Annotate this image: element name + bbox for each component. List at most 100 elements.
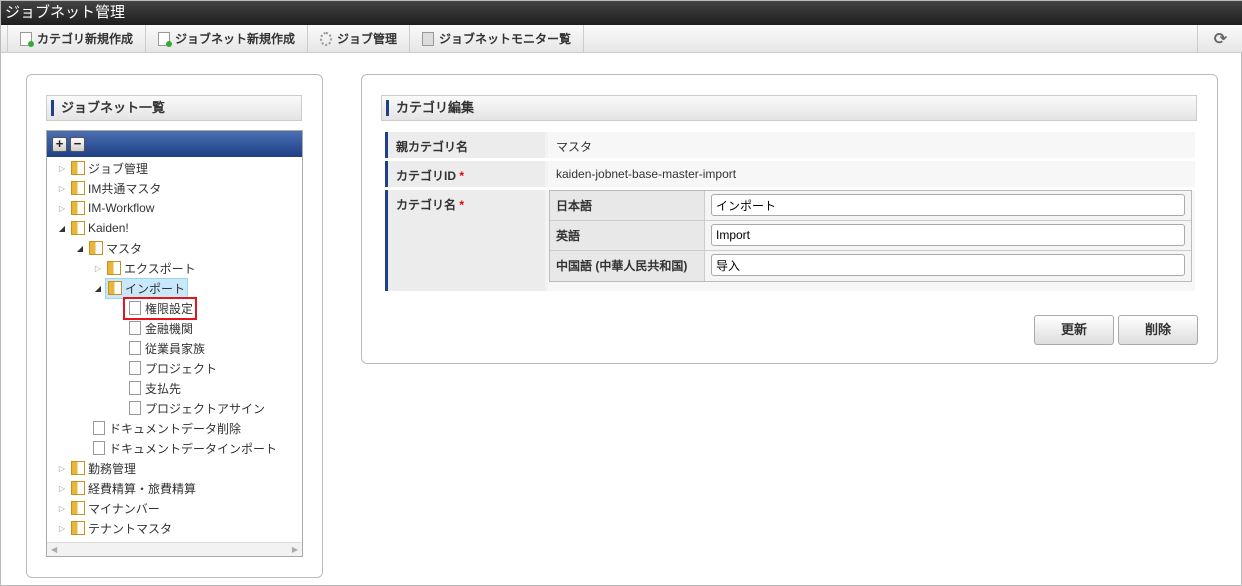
tree-node-content[interactable]: プロジェクトアサイン <box>125 399 267 418</box>
tree-node-content[interactable]: 権限設定 <box>122 296 198 320</box>
tree-node-content[interactable]: Kaiden! <box>69 220 131 236</box>
collapse-all-button[interactable]: − <box>70 136 85 152</box>
tree-node-content[interactable]: プロジェクト <box>125 359 219 378</box>
tree-node[interactable]: ▷ IM-Workflow <box>55 198 156 218</box>
document-icon <box>129 381 141 395</box>
tree-node-content[interactable]: 従業員家族 <box>125 339 207 358</box>
category-id-label: カテゴリID * <box>385 161 545 187</box>
tree-node-label: エクスポート <box>124 261 196 276</box>
tree-node-label: ドキュメントデータ削除 <box>109 421 242 436</box>
tree-node[interactable]: ▷ テナントマスタ <box>55 518 174 538</box>
expand-toggle-icon[interactable]: ▷ <box>55 524 69 533</box>
category-id-row: カテゴリID * kaiden-jobnet-base-master-impor… <box>385 161 1195 187</box>
tree-node-content[interactable]: テナントマスタ <box>69 519 174 538</box>
folder-icon <box>71 481 85 495</box>
category-name-en-input[interactable] <box>711 224 1185 246</box>
tree-node[interactable]: ◢ Kaiden! <box>55 218 131 238</box>
tree-node-content[interactable]: マイナンバー <box>69 499 162 518</box>
category-name-ja-input[interactable] <box>711 194 1185 216</box>
tree-node-label: プロジェクトアサイン <box>145 401 266 416</box>
required-mark: * <box>459 169 465 183</box>
locale-label: 日本語 <box>550 191 705 220</box>
collapse-toggle-icon[interactable]: ◢ <box>55 224 69 233</box>
tree-node-label: ジョブ管理 <box>88 161 149 176</box>
folder-icon <box>89 241 103 255</box>
tree-node[interactable]: ドキュメントデータ削除 <box>89 418 243 438</box>
folder-icon <box>71 201 85 215</box>
tree-node-content[interactable]: ドキュメントデータインポート <box>89 439 279 458</box>
parent-category-row: 親カテゴリ名 マスタ <box>385 132 1195 158</box>
scroll-right-icon[interactable]: ▶ <box>292 545 298 554</box>
tree-node[interactable]: プロジェクトアサイン <box>125 398 267 418</box>
tree-node[interactable]: ▷ 経費精算・旅費精算 <box>55 478 198 498</box>
category-edit-heading: カテゴリ編集 <box>381 95 1197 121</box>
locale-label: 中国語 (中華人民共和国) <box>550 251 705 281</box>
tree-node[interactable]: 金融機関 <box>125 318 195 338</box>
document-icon <box>129 321 141 335</box>
tree-node-content[interactable]: 勤務管理 <box>69 459 138 478</box>
label: カテゴリ新規作成 <box>37 32 134 46</box>
tree-node-label: 金融機関 <box>145 321 194 336</box>
category-id-value: kaiden-jobnet-base-master-import <box>548 161 1195 187</box>
tree-node[interactable]: 権限設定 <box>122 296 198 320</box>
tree-node[interactable]: 支払先 <box>125 378 183 398</box>
expand-toggle-icon[interactable]: ▷ <box>55 184 69 193</box>
gear-icon <box>320 31 333 46</box>
tree-node-label: プロジェクト <box>145 361 218 376</box>
tree-node[interactable]: ▷ マイナンバー <box>55 498 162 518</box>
document-icon <box>129 401 141 415</box>
expand-all-button[interactable]: + <box>52 136 67 152</box>
tree-node[interactable]: ▷ IM共通マスタ <box>55 178 163 198</box>
expand-toggle-icon[interactable]: ▷ <box>55 504 69 513</box>
expand-toggle-icon[interactable]: ▷ <box>55 484 69 493</box>
tree-node-content[interactable]: マスタ <box>87 239 144 258</box>
scroll-left-icon[interactable]: ◀ <box>51 545 57 554</box>
jobnet-monitor-button[interactable]: ジョブネットモニター覧 <box>410 25 585 52</box>
document-icon <box>93 441 105 455</box>
create-category-button[interactable]: カテゴリ新規作成 <box>7 25 147 52</box>
tree-node[interactable]: プロジェクト <box>125 358 219 378</box>
tree-node-content[interactable]: 支払先 <box>125 379 183 398</box>
tree-node[interactable]: ドキュメントデータインポート <box>89 438 279 458</box>
tree-node[interactable]: ◢ マスタ <box>73 238 144 258</box>
tree-toolbar: + − <box>47 131 302 157</box>
toolbar: カテゴリ新規作成 ジョブネット新規作成 ジョブ管理 ジョブネットモニター覧 ⟳ <box>1 25 1242 53</box>
horizontal-scrollbar[interactable]: ◀ ▶ <box>47 542 302 556</box>
expand-toggle-icon[interactable]: ▷ <box>55 464 69 473</box>
job-management-button[interactable]: ジョブ管理 <box>308 25 411 52</box>
tree-node-label: 勤務管理 <box>88 461 137 476</box>
tree-node-content[interactable]: ドキュメントデータ削除 <box>89 419 243 438</box>
document-icon <box>93 421 105 435</box>
expand-toggle-icon[interactable]: ▷ <box>55 204 69 213</box>
create-jobnet-button[interactable]: ジョブネット新規作成 <box>146 25 309 52</box>
collapse-toggle-icon[interactable]: ◢ <box>73 244 87 253</box>
delete-button[interactable]: 削除 <box>1118 315 1198 345</box>
tree-node-content[interactable]: インポート <box>105 277 189 299</box>
tree-node-content[interactable]: IM-Workflow <box>69 200 156 216</box>
folder-icon <box>71 221 85 235</box>
update-button[interactable]: 更新 <box>1034 315 1114 345</box>
folder-icon <box>71 501 85 515</box>
locale-row-zh: 中国語 (中華人民共和国) <box>550 251 1191 281</box>
locale-row-ja: 日本語 <box>550 191 1191 221</box>
folder-icon <box>71 161 85 175</box>
tree-node[interactable]: ▷ エクスポート <box>91 258 198 278</box>
document-icon <box>129 361 141 375</box>
tree-node[interactable]: ▷ 勤務管理 <box>55 458 138 478</box>
tree-node[interactable]: 従業員家族 <box>125 338 207 358</box>
tree-node-content[interactable]: エクスポート <box>105 259 198 278</box>
tree-node-content[interactable]: IM共通マスタ <box>69 179 163 198</box>
tree-node[interactable]: ◢ インポート <box>91 277 189 299</box>
label: ジョブ管理 <box>337 32 398 46</box>
collapse-toggle-icon[interactable]: ◢ <box>91 284 105 293</box>
category-name-zh-input[interactable] <box>711 254 1185 276</box>
tree-node-content[interactable]: 経費精算・旅費精算 <box>69 479 198 498</box>
expand-toggle-icon[interactable]: ▷ <box>91 264 105 273</box>
tree-node-content[interactable]: ジョブ管理 <box>69 159 150 178</box>
refresh-icon[interactable]: ⟳ <box>1197 25 1242 53</box>
tree-node-label: インポート <box>125 281 186 296</box>
expand-toggle-icon[interactable]: ▷ <box>55 164 69 173</box>
tree-node[interactable]: ▷ ジョブ管理 <box>55 158 150 178</box>
tree-node-content[interactable]: 金融機関 <box>125 319 195 338</box>
new-document-icon <box>20 31 34 47</box>
